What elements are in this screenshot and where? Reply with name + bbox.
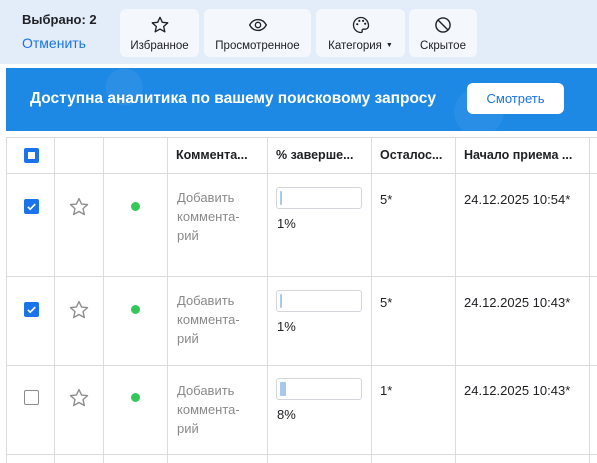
viewed-label: Просмотренное	[215, 39, 300, 52]
progress-percent: 1%	[277, 216, 296, 231]
progress-fill	[280, 294, 282, 308]
eye-icon	[248, 15, 268, 35]
check-icon	[27, 306, 36, 314]
remaining-value: 5*	[380, 192, 393, 207]
viewed-button[interactable]: Просмотренное	[204, 9, 311, 57]
selection-toolbar: Выбрано: 2 Отменить Избранное Просмотрен…	[0, 0, 597, 64]
progress-percent: 8%	[277, 407, 296, 422]
start-date-value: 24.12.2025 10:54*	[464, 192, 571, 207]
start-date-value: 24.12.2025 10:43*	[464, 383, 571, 398]
favorite-star-icon[interactable]	[68, 196, 90, 218]
check-icon	[27, 203, 36, 211]
add-comment-link[interactable]: Добавить коммента- рий	[177, 291, 240, 348]
column-header-start-date[interactable]: Начало приема ...	[464, 148, 584, 162]
selection-info: Выбрано: 2 Отменить	[22, 12, 97, 51]
remaining-value: 1*	[380, 383, 393, 398]
progress-percent: 1%	[277, 319, 296, 334]
start-date-value: 24.12.2025 10:43*	[464, 295, 571, 310]
status-dot-active	[131, 393, 140, 402]
progress-bar	[276, 187, 362, 209]
hidden-button[interactable]: Скрытое	[409, 9, 477, 57]
column-header-remaining[interactable]: Осталос...	[380, 148, 452, 162]
favorite-star-icon[interactable]	[68, 387, 90, 409]
view-analytics-button[interactable]: Смотреть	[467, 83, 564, 114]
progress-bar	[276, 378, 362, 400]
progress-bar	[276, 290, 362, 312]
favorites-label: Избранное	[130, 39, 189, 52]
favorite-star-icon[interactable]	[68, 299, 90, 321]
results-table: Коммента... % заверше... Осталос... Нача…	[6, 137, 597, 463]
category-dropdown[interactable]: Категория ▼	[316, 9, 405, 57]
progress-fill	[280, 191, 282, 205]
progress-fill	[280, 382, 286, 396]
banner-message: Доступна аналитика по вашему поисковому …	[30, 90, 436, 107]
analytics-banner: Доступна аналитика по вашему поисковому …	[6, 68, 597, 131]
status-dot-active	[131, 202, 140, 211]
select-all-checkbox[interactable]	[24, 148, 39, 163]
row-checkbox[interactable]	[24, 199, 39, 214]
block-icon	[433, 15, 453, 35]
star-icon	[150, 15, 170, 35]
hidden-label: Скрытое	[420, 39, 466, 52]
row-checkbox[interactable]	[24, 302, 39, 317]
add-comment-link[interactable]: Добавить коммента- рий	[177, 381, 240, 438]
favorites-button[interactable]: Избранное	[120, 9, 199, 57]
cancel-selection-link[interactable]: Отменить	[22, 35, 97, 51]
row-checkbox[interactable]	[24, 390, 39, 405]
add-comment-link[interactable]: Добавить коммента- рий	[177, 188, 240, 245]
column-header-comment[interactable]: Коммента...	[176, 148, 260, 162]
selected-count: Выбрано: 2	[22, 12, 97, 27]
category-label: Категория	[328, 39, 382, 52]
remaining-value: 5*	[380, 295, 393, 310]
caret-down-icon: ▼	[385, 41, 393, 49]
palette-icon	[351, 15, 371, 35]
status-dot-active	[131, 305, 140, 314]
column-header-progress[interactable]: % заверше...	[276, 148, 366, 162]
